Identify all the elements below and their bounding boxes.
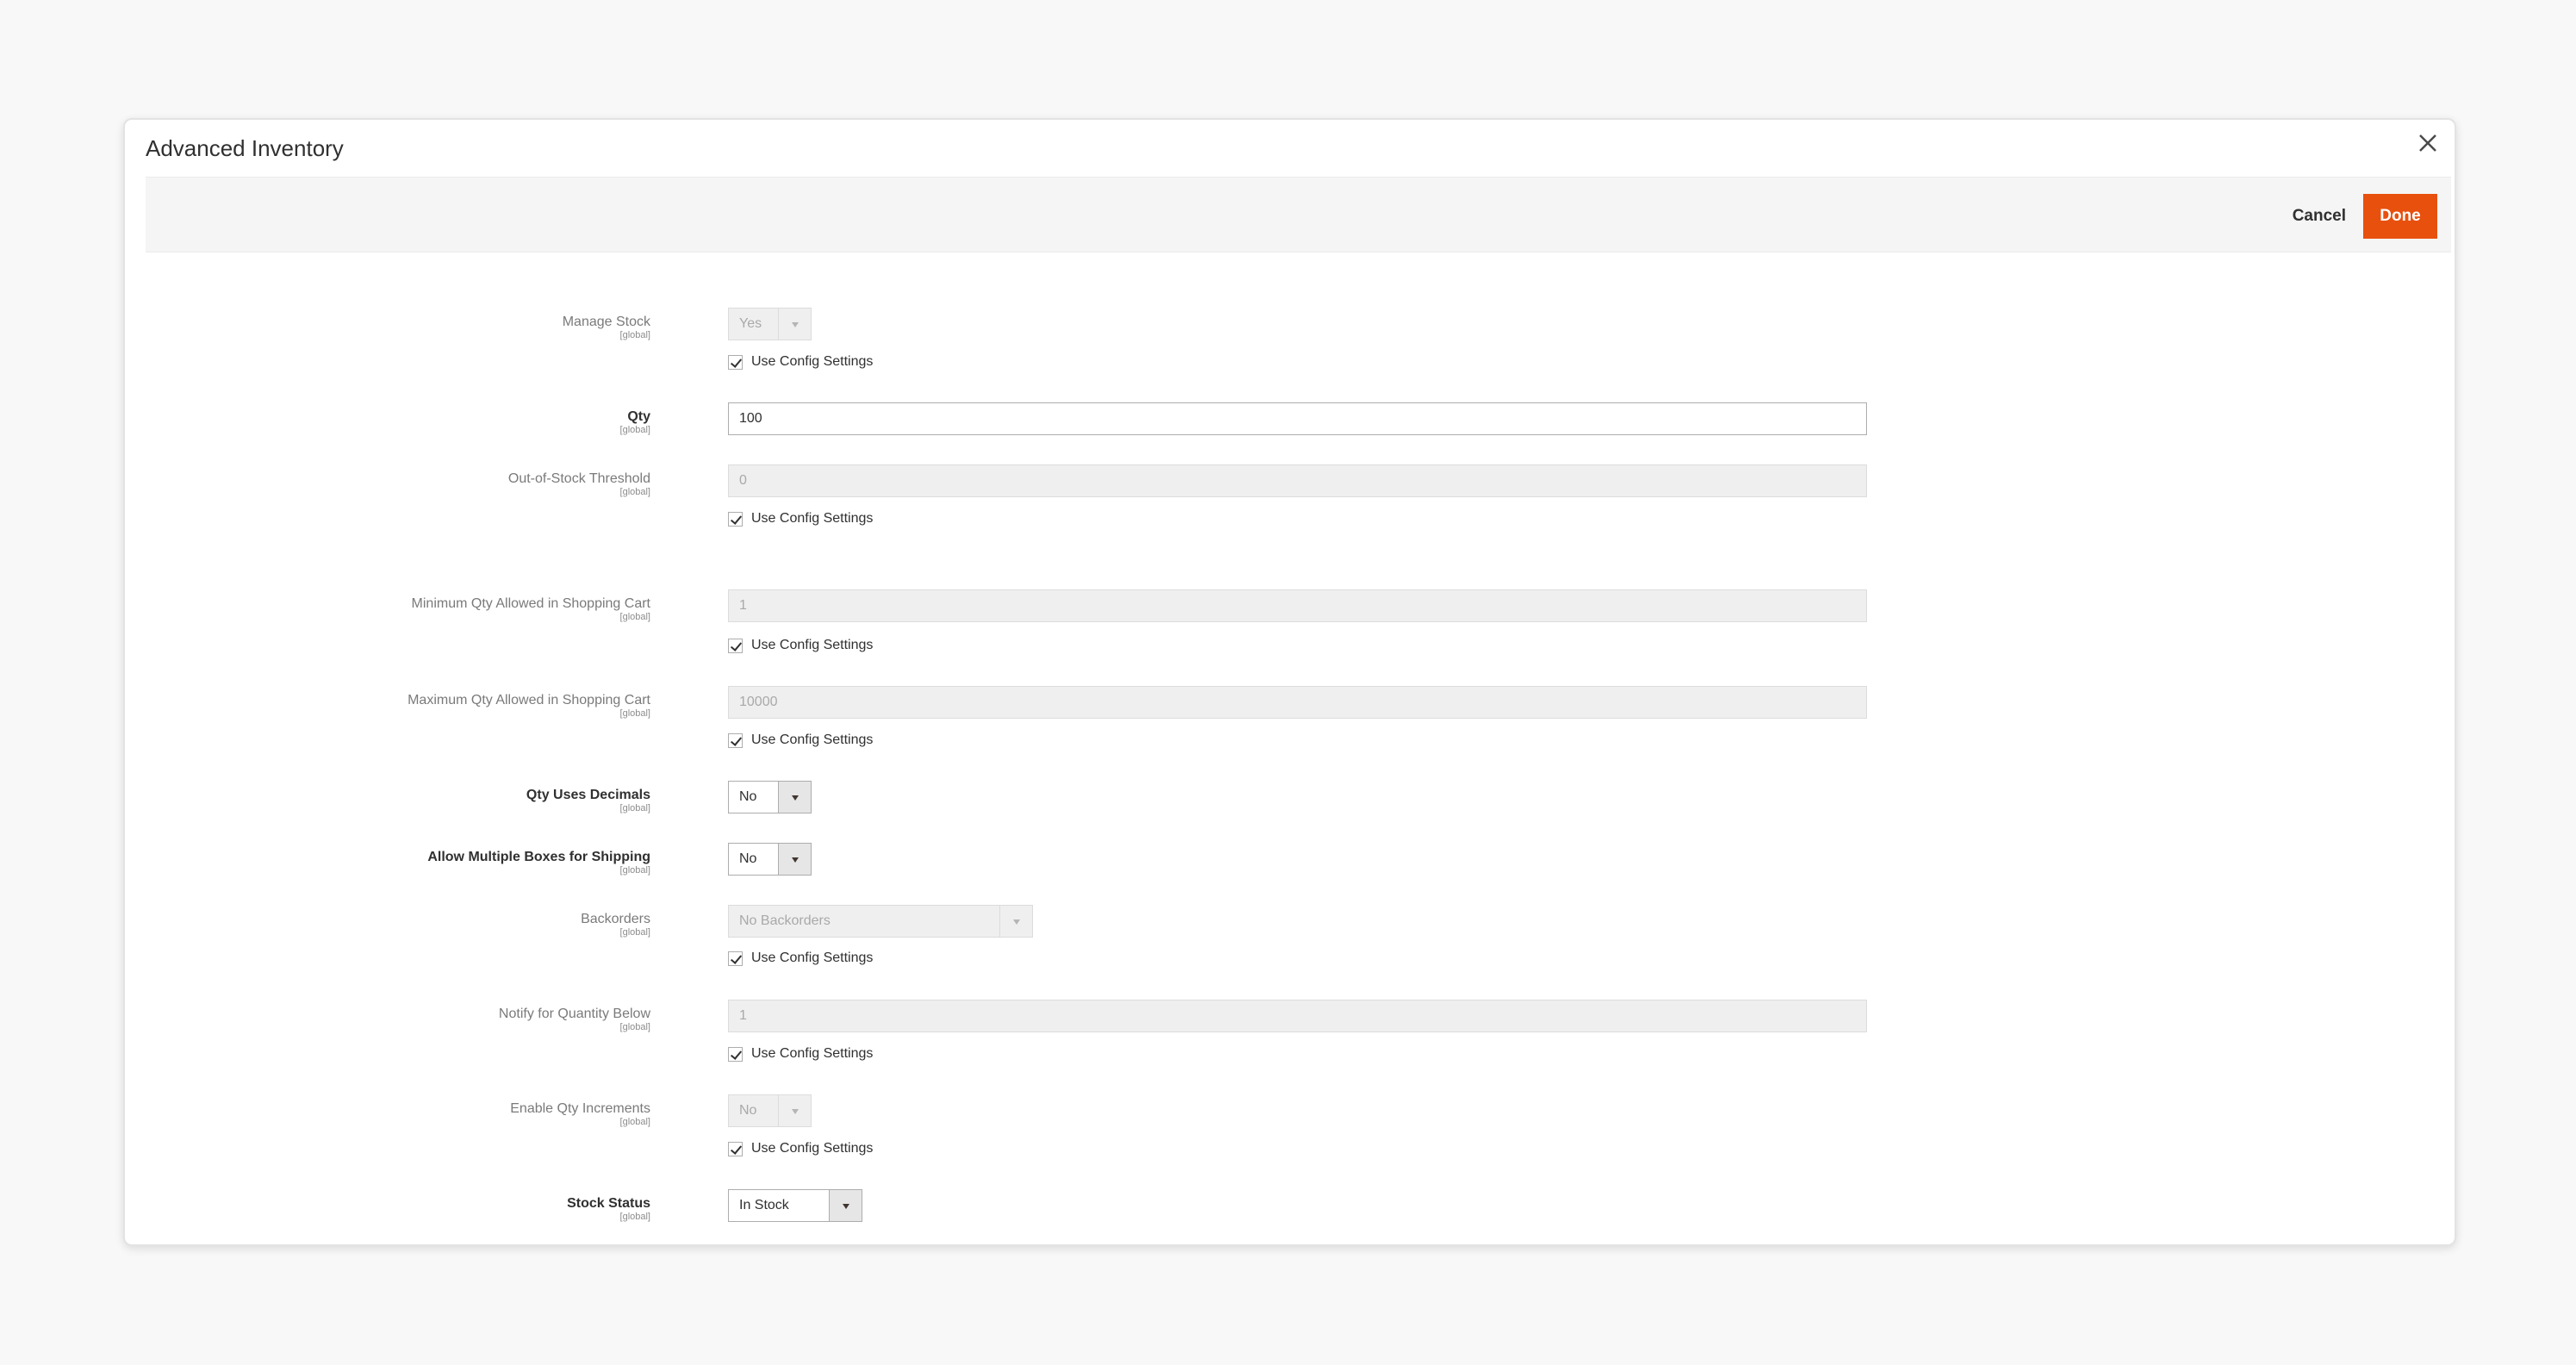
chevron-down-icon [778, 309, 811, 340]
manage-stock-label: Manage Stock [global] [562, 315, 650, 340]
qty-input[interactable]: 100 [728, 402, 1867, 435]
checkbox-checked-icon[interactable] [728, 354, 743, 370]
scope-label: [global] [619, 865, 650, 876]
min-qty-cart-use-config[interactable]: Use Config Settings [728, 637, 873, 654]
checkbox-checked-icon[interactable] [728, 951, 743, 966]
enable-qty-increments-use-config[interactable]: Use Config Settings [728, 1140, 873, 1157]
checkbox-checked-icon[interactable] [728, 638, 743, 653]
done-button[interactable]: Done [2363, 194, 2437, 239]
backorders-use-config[interactable]: Use Config Settings [728, 950, 873, 967]
checkbox-checked-icon[interactable] [728, 1141, 743, 1156]
out-of-stock-threshold-label: Out-of-Stock Threshold [global] [507, 471, 650, 497]
allow-multiple-boxes-label: Allow Multiple Boxes for Shipping [globa… [427, 850, 650, 876]
modal-action-bar: Cancel Done [146, 177, 2451, 252]
scope-label: [global] [619, 708, 650, 719]
advanced-inventory-modal: Advanced Inventory Cancel Done Manage St… [123, 118, 2456, 1246]
close-icon[interactable] [2410, 125, 2446, 161]
enable-qty-increments-select[interactable]: No [728, 1094, 812, 1127]
stock-status-select[interactable]: In Stock [728, 1189, 862, 1222]
stock-status-label: Stock Status [global] [567, 1196, 650, 1222]
backorders-label: Backorders [global] [581, 912, 650, 938]
backorders-select[interactable]: No Backorders [728, 905, 1033, 938]
qty-label: Qty [global] [619, 409, 650, 435]
min-qty-cart-label: Minimum Qty Allowed in Shopping Cart [gl… [411, 596, 650, 622]
scope-label: [global] [619, 330, 650, 340]
notify-qty-below-use-config[interactable]: Use Config Settings [728, 1045, 873, 1063]
scope-label: [global] [619, 927, 650, 938]
max-qty-cart-input[interactable]: 10000 [728, 686, 1867, 719]
notify-qty-below-label: Notify for Quantity Below [global] [498, 1007, 650, 1032]
modal-title: Advanced Inventory [146, 135, 344, 161]
out-of-stock-threshold-input[interactable]: 0 [728, 464, 1867, 497]
max-qty-cart-use-config[interactable]: Use Config Settings [728, 732, 873, 749]
scope-label: [global] [619, 1022, 650, 1032]
scope-label: [global] [619, 803, 650, 813]
scope-label: [global] [619, 612, 650, 622]
chevron-down-icon [778, 844, 811, 875]
checkbox-checked-icon[interactable] [728, 1046, 743, 1062]
enable-qty-increments-label: Enable Qty Increments [global] [510, 1101, 650, 1127]
checkbox-checked-icon[interactable] [728, 732, 743, 748]
manage-stock-select[interactable]: Yes [728, 308, 812, 340]
max-qty-cart-label: Maximum Qty Allowed in Shopping Cart [gl… [408, 693, 650, 719]
allow-multiple-boxes-select[interactable]: No [728, 843, 812, 876]
out-of-stock-threshold-use-config[interactable]: Use Config Settings [728, 510, 873, 527]
cancel-button[interactable]: Cancel [2282, 195, 2356, 238]
qty-uses-decimals-label: Qty Uses Decimals [global] [526, 788, 650, 813]
chevron-down-icon [778, 782, 811, 813]
min-qty-cart-input[interactable]: 1 [728, 589, 1867, 622]
scope-label: [global] [619, 1117, 650, 1127]
qty-uses-decimals-select[interactable]: No [728, 781, 812, 813]
chevron-down-icon [778, 1095, 811, 1126]
notify-qty-below-input[interactable]: 1 [728, 1000, 1867, 1032]
chevron-down-icon [829, 1190, 862, 1221]
scope-label: [global] [619, 1212, 650, 1222]
checkbox-checked-icon[interactable] [728, 511, 743, 527]
scope-label: [global] [619, 425, 650, 435]
chevron-down-icon [999, 906, 1032, 937]
scope-label: [global] [619, 487, 650, 497]
manage-stock-use-config[interactable]: Use Config Settings [728, 353, 873, 371]
